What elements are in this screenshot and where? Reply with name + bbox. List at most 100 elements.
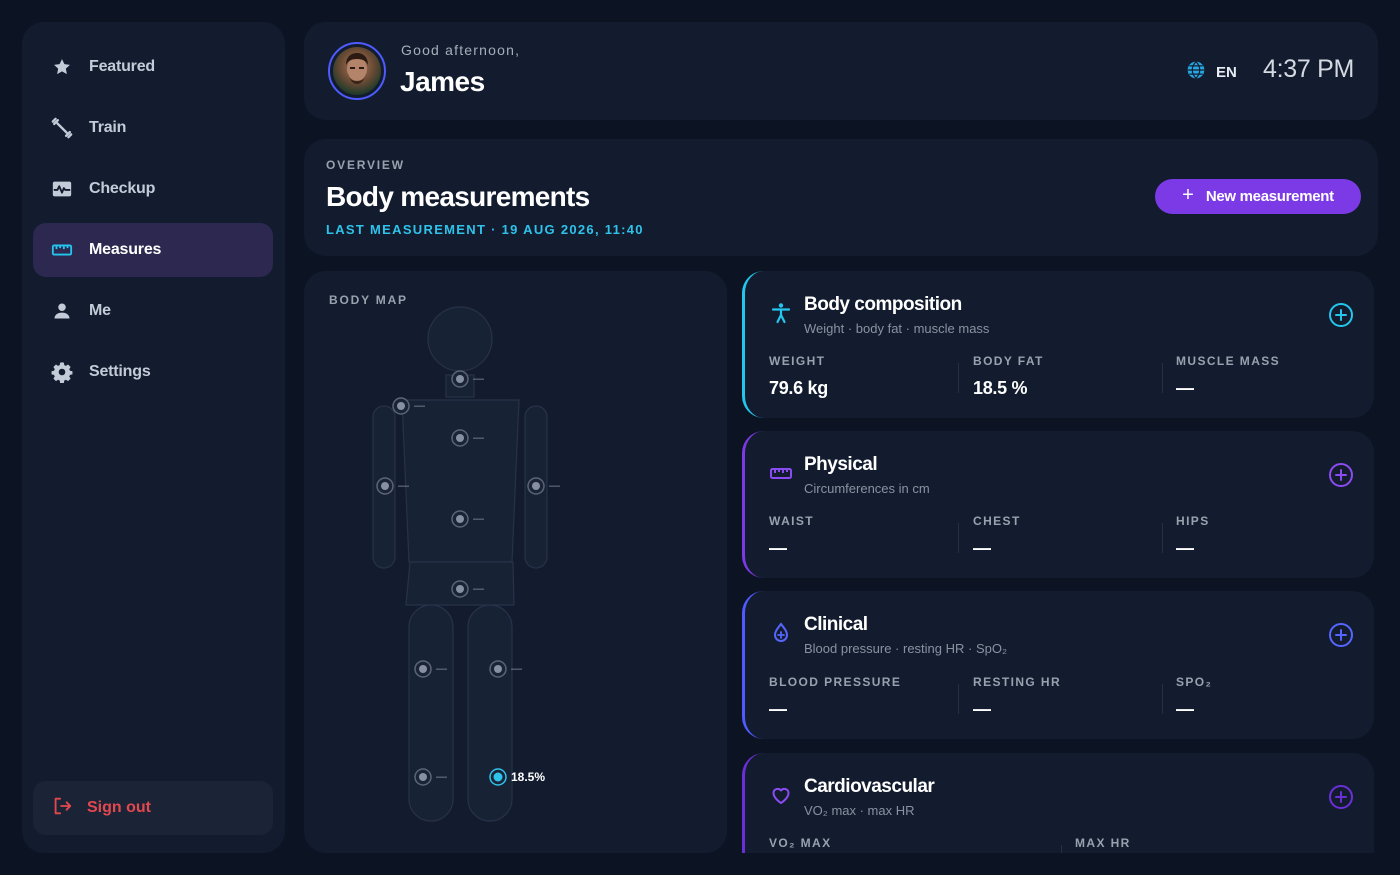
measurement-cards: Body composition Weight · body fat · mus… <box>742 271 1376 853</box>
body-map-point-hips[interactable]: — <box>451 580 484 598</box>
blood-drop-icon <box>773 622 789 642</box>
point-marker-active-icon <box>489 768 507 786</box>
body-map-point-waist[interactable]: — <box>451 510 484 528</box>
card-body-composition[interactable]: Body composition Weight · body fat · mus… <box>742 271 1374 418</box>
new-measurement-label: New measurement <box>1205 188 1334 205</box>
card-title: Body composition <box>804 294 962 315</box>
add-circle-icon[interactable] <box>1328 622 1354 648</box>
metric-vo2-max: VO₂ MAX — <box>769 836 831 853</box>
point-value: — <box>473 432 484 444</box>
sidebar-item-settings[interactable]: Settings <box>33 345 273 399</box>
body-map-point-right-arm[interactable]: — <box>527 477 560 495</box>
point-marker-icon <box>451 580 469 598</box>
card-clinical[interactable]: Clinical Blood pressure · resting HR · S… <box>742 591 1374 739</box>
metric-chest: CHEST — <box>973 514 1021 559</box>
card-title: Clinical <box>804 614 868 635</box>
overview-panel: OVERVIEW Body measurements LAST MEASUREM… <box>304 139 1378 256</box>
sign-out-label: Sign out <box>87 799 151 816</box>
avatar[interactable] <box>328 42 386 100</box>
avatar-photo <box>333 47 381 95</box>
point-marker-icon <box>376 477 394 495</box>
metric-label: WAIST <box>769 514 814 528</box>
point-marker-icon <box>414 660 432 678</box>
point-value: — <box>549 480 560 492</box>
metric-value: — <box>769 538 787 558</box>
point-value: — <box>511 663 522 675</box>
star-icon <box>51 56 73 78</box>
body-map-point-right-calf-active[interactable]: 18.5% <box>489 768 545 786</box>
language-code: EN <box>1216 64 1237 81</box>
point-marker-icon <box>451 429 469 447</box>
metric-divider <box>1162 523 1163 553</box>
accessibility-figure-icon <box>771 303 791 324</box>
metric-divider <box>1162 363 1163 393</box>
sidebar-item-train[interactable]: Train <box>33 101 273 155</box>
metric-blood-pressure: BLOOD PRESSURE — <box>769 675 901 720</box>
sidebar-item-label: Checkup <box>89 180 156 197</box>
body-map-point-chest[interactable]: — <box>451 429 484 447</box>
page-title: Body measurements <box>326 181 590 212</box>
metric-label: MAX HR <box>1075 836 1131 850</box>
add-circle-icon[interactable] <box>1328 784 1354 810</box>
sidebar-item-label: Train <box>89 119 127 136</box>
sidebar-item-measures[interactable]: Measures <box>33 223 273 277</box>
body-map-point-shoulder[interactable]: — <box>392 397 425 415</box>
card-subtitle: Blood pressure · resting HR · SpO₂ <box>804 641 1008 656</box>
metric-value: 18.5 % <box>973 378 1028 398</box>
sidebar: Featured Train Checkup Measures Me Setti… <box>22 22 285 853</box>
metric-body-fat: BODY FAT 18.5 % <box>973 354 1044 399</box>
sidebar-item-me[interactable]: Me <box>33 284 273 338</box>
metric-divider <box>958 684 959 714</box>
metric-label: MUSCLE MASS <box>1176 354 1281 368</box>
person-icon <box>51 300 73 322</box>
ruler-icon <box>770 468 792 479</box>
sidebar-item-checkup[interactable]: Checkup <box>33 162 273 216</box>
sidebar-item-featured[interactable]: Featured <box>33 40 273 94</box>
heart-icon <box>772 787 790 804</box>
language-selector[interactable]: EN <box>1186 60 1237 85</box>
metric-label: WEIGHT <box>769 354 826 368</box>
card-subtitle: VO₂ max · max HR <box>804 803 915 818</box>
metric-resting-hr: RESTING HR — <box>973 675 1061 720</box>
point-marker-icon <box>414 768 432 786</box>
point-marker-icon <box>451 510 469 528</box>
metric-value: — <box>1176 378 1194 398</box>
point-value: — <box>414 400 425 412</box>
add-circle-icon[interactable] <box>1328 462 1354 488</box>
body-map-point-right-thigh[interactable]: — <box>489 660 522 678</box>
sign-out-button[interactable]: Sign out <box>33 781 273 835</box>
card-cardiovascular[interactable]: Cardiovascular VO₂ max · max HR VO₂ MAX … <box>742 753 1374 853</box>
sign-out-icon <box>51 795 73 822</box>
body-map-point-left-calf[interactable]: — <box>414 768 447 786</box>
body-map-point-left-thigh[interactable]: — <box>414 660 447 678</box>
dumbbell-icon <box>51 117 73 139</box>
add-circle-icon[interactable] <box>1328 302 1354 328</box>
card-subtitle: Circumferences in cm <box>804 481 930 496</box>
card-subtitle: Weight · body fat · muscle mass <box>804 321 990 336</box>
metric-divider <box>958 363 959 393</box>
new-measurement-button[interactable]: + New measurement <box>1155 179 1361 214</box>
card-title: Cardiovascular <box>804 776 935 797</box>
globe-icon <box>1186 60 1206 85</box>
point-marker-icon <box>451 370 469 388</box>
sidebar-item-label: Featured <box>89 58 155 75</box>
gear-icon <box>51 361 73 383</box>
plus-icon: + <box>1182 184 1194 206</box>
user-name: James <box>400 66 485 97</box>
metric-label: BODY FAT <box>973 354 1044 368</box>
clock: 4:37 PM <box>1262 55 1354 83</box>
metric-label: RESTING HR <box>973 675 1062 689</box>
point-value: — <box>473 373 484 385</box>
metric-value: — <box>1176 699 1194 719</box>
point-value: — <box>398 480 409 492</box>
body-map-point-left-arm[interactable]: — <box>376 477 409 495</box>
point-value: — <box>436 771 447 783</box>
metric-label: CHEST <box>973 514 1021 528</box>
metric-value: — <box>1176 538 1194 558</box>
metric-divider <box>1061 845 1062 853</box>
body-map-point-neck[interactable]: — <box>451 370 484 388</box>
point-marker-icon <box>392 397 410 415</box>
card-physical[interactable]: Physical Circumferences in cm WAIST — CH… <box>742 431 1374 578</box>
metric-divider <box>958 523 959 553</box>
metric-value: — <box>769 699 787 719</box>
